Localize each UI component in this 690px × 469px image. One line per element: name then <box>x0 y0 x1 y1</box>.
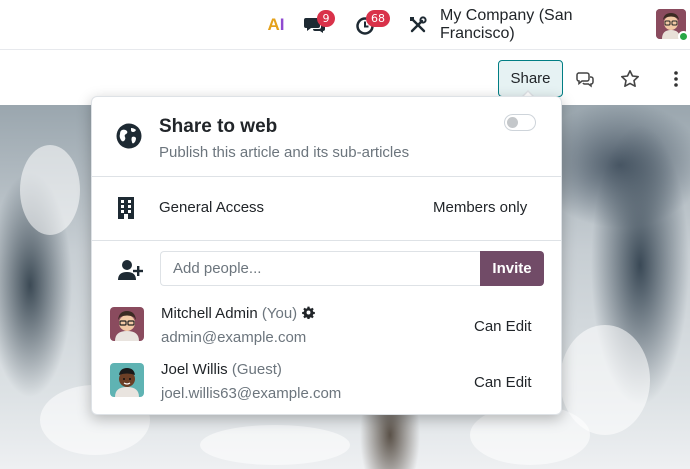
add-user-icon <box>118 260 143 280</box>
activity-badge: 68 <box>366 10 390 27</box>
company-switcher[interactable]: My Company (San Francisco) <box>440 0 642 50</box>
general-access-label: General Access <box>159 199 265 216</box>
general-access-select[interactable]: Members only <box>433 199 527 216</box>
share-to-web-title: Share to web <box>159 116 278 137</box>
more-options-button[interactable] <box>660 60 690 97</box>
star-icon <box>621 69 639 87</box>
add-people-input[interactable] <box>160 251 480 286</box>
messages-badge: 9 <box>317 10 335 27</box>
globe-icon <box>116 123 142 149</box>
member-name: Joel Willis (Guest) <box>161 361 282 378</box>
general-access-section: General Access Members only <box>92 177 561 241</box>
invite-button[interactable]: Invite <box>480 251 544 286</box>
activity-button[interactable]: 68 <box>350 0 390 50</box>
member-row-mitchell-admin: Mitchell Admin (You) admin@example.com C… <box>92 303 561 355</box>
member-tag: (You) <box>261 305 298 322</box>
ellipsis-vertical-icon <box>674 70 678 87</box>
member-tag: (Guest) <box>231 361 282 378</box>
ai-icon[interactable]: AI <box>262 0 290 50</box>
avatar <box>110 307 144 341</box>
avatar <box>110 363 144 397</box>
share-to-web-toggle[interactable] <box>504 114 536 131</box>
tools-icon <box>410 16 427 33</box>
share-popover: Share to web Publish this article and it… <box>91 96 562 415</box>
gear-icon[interactable] <box>302 306 316 320</box>
favorite-button[interactable] <box>614 60 646 97</box>
online-status-dot <box>678 31 689 42</box>
settings-tools-button[interactable] <box>404 0 432 50</box>
share-to-web-subtitle: Publish this article and its sub-article… <box>159 144 410 161</box>
member-email: joel.willis63@example.com <box>161 385 342 402</box>
comments-button[interactable] <box>569 60 601 97</box>
member-email: admin@example.com <box>161 329 307 346</box>
user-avatar[interactable] <box>656 9 689 42</box>
member-row-joel-willis: Joel Willis (Guest) joel.willis63@exampl… <box>92 359 561 411</box>
member-permission-select[interactable]: Can Edit <box>474 374 532 391</box>
member-permission-select[interactable]: Can Edit <box>474 318 532 335</box>
member-name: Mitchell Admin (You) <box>161 305 316 322</box>
members-section: Invite Mitchell Admin (You) <box>92 241 561 415</box>
messages-button[interactable]: 9 <box>300 0 335 50</box>
top-navbar: AI 9 68 My Company (San Francisco) <box>0 0 690 50</box>
building-icon <box>118 197 134 219</box>
share-to-web-section: Share to web Publish this article and it… <box>92 97 561 177</box>
comments-icon <box>576 71 594 88</box>
